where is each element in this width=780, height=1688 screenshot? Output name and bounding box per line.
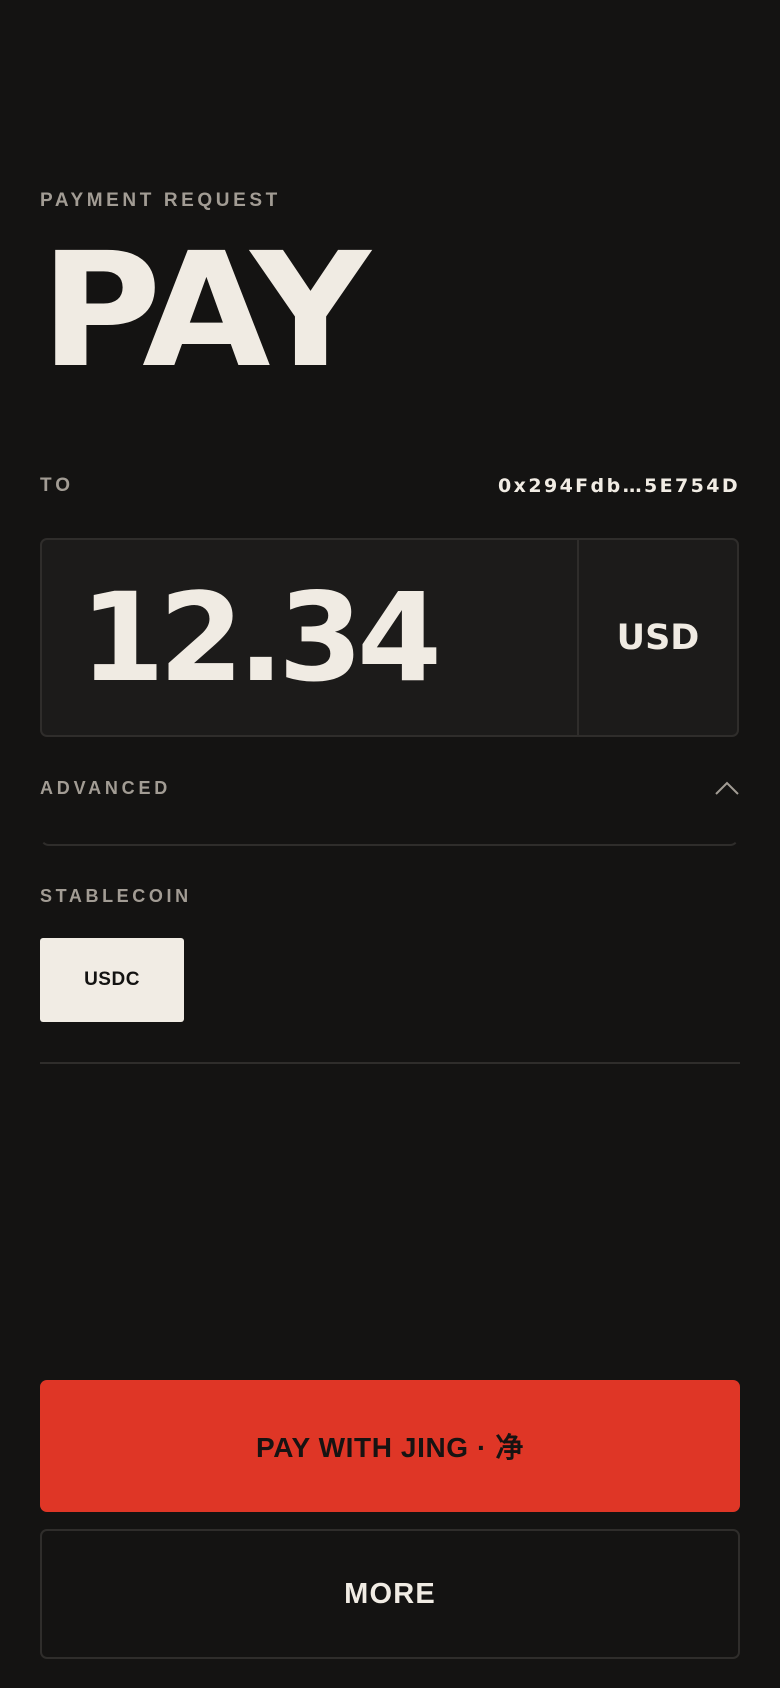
stablecoin-label: STABLECOIN — [40, 886, 192, 906]
currency-selector[interactable]: USD — [577, 540, 737, 735]
pay-with-jing-button[interactable]: PAY WITH JING · 净 — [40, 1380, 740, 1512]
page-eyebrow: PAYMENT REQUEST — [40, 190, 281, 211]
divider — [40, 1062, 740, 1064]
recipient-row: TO 0x294Fdb…5E754D — [40, 474, 740, 498]
amount-field[interactable]: 12.34 USD — [40, 538, 739, 737]
advanced-toggle[interactable]: ADVANCED — [40, 776, 740, 800]
recipient-label: TO — [40, 475, 75, 496]
amount-input[interactable]: 12.34 — [42, 540, 577, 735]
page-title: PAY — [40, 219, 371, 403]
more-button[interactable]: MORE — [40, 1529, 740, 1659]
advanced-panel-edge — [40, 826, 739, 846]
chevron-up-icon[interactable] — [714, 780, 740, 796]
stablecoin-option-usdc[interactable]: USDC — [40, 938, 184, 1022]
advanced-label: ADVANCED — [40, 777, 172, 798]
recipient-address[interactable]: 0x294Fdb…5E754D — [498, 475, 740, 497]
